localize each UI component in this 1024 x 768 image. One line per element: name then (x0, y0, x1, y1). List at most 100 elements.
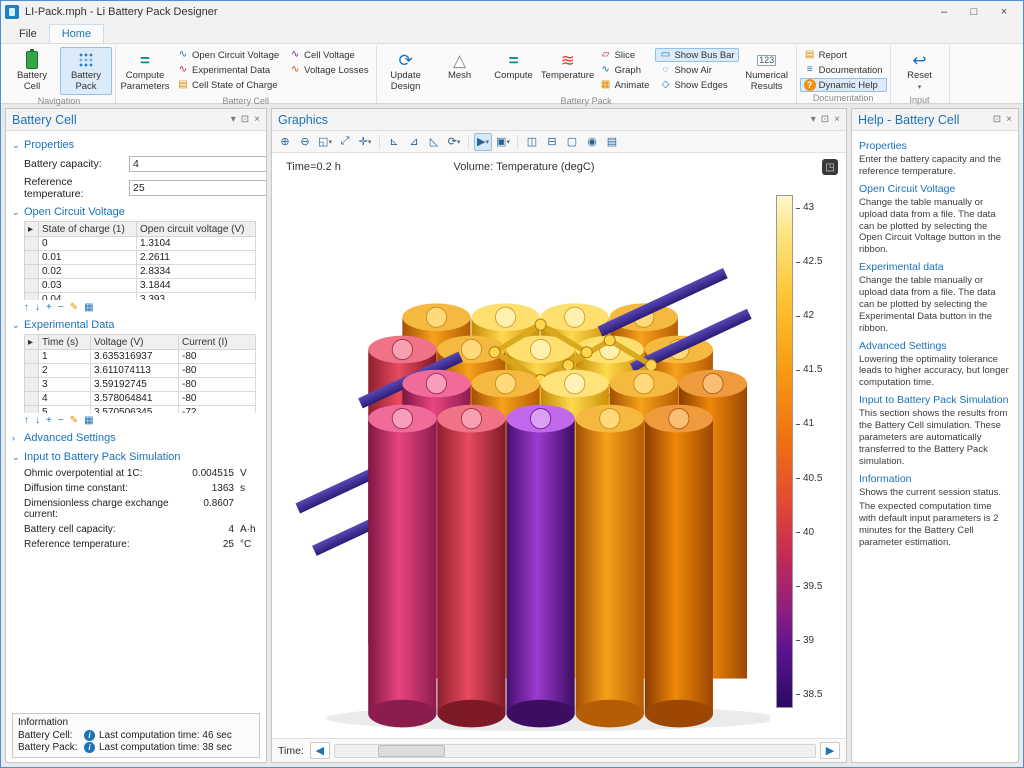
row-marker-icon: ▸ (25, 222, 39, 237)
compute-button[interactable]: = Compute (488, 47, 540, 85)
play-animation-icon[interactable]: ▶▾ (474, 133, 492, 151)
help-heading-advanced-settings[interactable]: Advanced Settings (859, 340, 1011, 352)
documentation-button[interactable]: ≡ Documentation (800, 63, 887, 77)
slice-button[interactable]: ▱ Slice (596, 48, 654, 62)
help-heading-experimental-data[interactable]: Experimental data (859, 261, 1011, 273)
battery-cell-button[interactable]: Battery Cell (6, 47, 58, 95)
report-button[interactable]: ▤ Report (800, 48, 887, 62)
zoom-out-icon[interactable]: ⊖ (296, 133, 314, 151)
temperature-button[interactable]: ≋ Temperature (542, 47, 594, 85)
rotate-view-icon[interactable]: ⟳▾ (445, 133, 463, 151)
show-air-button[interactable]: ◌ Show Air (655, 63, 738, 77)
move-down-icon[interactable]: ↓ (35, 302, 40, 313)
cell-state-of-charge-button[interactable]: ▤ Cell State of Charge (173, 78, 283, 92)
panel-close-icon[interactable]: × (254, 114, 260, 125)
edit-icon[interactable]: ✎ (70, 415, 78, 426)
voltage-losses-button[interactable]: ∿ Voltage Losses (285, 63, 372, 77)
compute-parameters-button[interactable]: = Compute Parameters (119, 47, 171, 95)
battery-cell-panel: Battery Cell ▾ ⊡ × ⌄ Properties Battery … (5, 108, 267, 763)
tab-file[interactable]: File (7, 25, 49, 43)
split-horizontal-icon[interactable]: ◫ (523, 133, 541, 151)
edit-icon[interactable]: ✎ (70, 302, 78, 313)
show-air-icon: ◌ (659, 64, 671, 76)
time-step-back-button[interactable]: ◀ (310, 742, 330, 759)
view-xy-icon[interactable]: ⊾ (385, 133, 403, 151)
scene-settings-icon[interactable]: ▣▾ (494, 133, 512, 151)
print-icon[interactable]: ▤ (603, 133, 621, 151)
split-vertical-icon[interactable]: ⊟ (543, 133, 561, 151)
tab-home[interactable]: Home (49, 24, 104, 43)
panel-menu-icon[interactable]: ▾ (811, 114, 816, 125)
panel-float-icon[interactable]: ⊡ (821, 114, 829, 125)
battery-pack-status-row: Battery Pack: i Last computation time: 3… (18, 742, 254, 753)
help-heading-open-circuit-voltage[interactable]: Open Circuit Voltage (859, 183, 1011, 195)
section-open-circuit-voltage[interactable]: ⌄ Open Circuit Voltage (12, 202, 260, 221)
single-view-icon[interactable]: ▢ (563, 133, 581, 151)
load-file-icon[interactable]: ▦ (84, 415, 93, 426)
panel-menu-icon[interactable]: ▾ (231, 114, 236, 125)
section-properties[interactable]: ⌄ Properties (12, 135, 260, 154)
reset-button[interactable]: ↩ Reset ▾ (894, 47, 946, 94)
reset-icon: ↩ (910, 50, 930, 70)
pan-icon[interactable]: ✛▾ (356, 133, 374, 151)
section-input-to-pack-simulation[interactable]: ⌄ Input to Battery Pack Simulation (12, 447, 260, 466)
zoom-extents-icon[interactable]: ⤢ (336, 133, 354, 151)
load-file-icon[interactable]: ▦ (84, 302, 93, 313)
reference-temperature-row: Reference temperature: 25 °C (24, 539, 260, 550)
time-slider-track[interactable] (334, 744, 816, 758)
view-zx-icon[interactable]: ◺ (425, 133, 443, 151)
show-bus-bar-button[interactable]: ▭ Show Bus Bar (655, 48, 738, 62)
zoom-in-icon[interactable]: ⊕ (276, 133, 294, 151)
help-heading-input-to-pack-simulation[interactable]: Input to Battery Pack Simulation (859, 394, 1011, 406)
update-design-button[interactable]: ⟳ Update Design (380, 47, 432, 95)
title-bar: LI-Pack.mph - Li Battery Pack Designer –… (1, 1, 1023, 23)
graph-button[interactable]: ∿ Graph (596, 63, 654, 77)
default-view-button[interactable] (822, 159, 838, 175)
temperature-icon: ≋ (558, 50, 578, 70)
numerical-results-button[interactable]: 123 Numerical Results (741, 47, 793, 95)
help-heading-information[interactable]: Information (859, 473, 1011, 485)
time-slider-bar: Time: ◀ ▶ (272, 738, 846, 762)
move-up-icon[interactable]: ↑ (24, 415, 29, 426)
zoom-box-icon[interactable]: ◱▾ (316, 133, 334, 151)
dynamic-help-button[interactable]: ? Dynamic Help (800, 78, 887, 92)
move-up-icon[interactable]: ↑ (24, 302, 29, 313)
add-row-icon[interactable]: + (46, 415, 52, 426)
ocv-table-toolbar: ↑ ↓ + − ✎ ▦ (24, 302, 260, 313)
graphics-canvas[interactable]: Volume: Temperature (degC) Time=0.2 h (272, 153, 846, 738)
help-heading-properties[interactable]: Properties (859, 140, 1011, 152)
show-edges-button[interactable]: ◇ Show Edges (655, 78, 738, 92)
view-yz-icon[interactable]: ⊿ (405, 133, 423, 151)
mesh-button[interactable]: △ Mesh (434, 47, 486, 85)
battery-capacity-input[interactable] (129, 156, 266, 172)
panel-float-icon[interactable]: ⊡ (241, 114, 249, 125)
maximize-button[interactable]: □ (959, 2, 989, 22)
time-slider-thumb[interactable] (378, 745, 445, 757)
add-row-icon[interactable]: + (46, 302, 52, 313)
close-button[interactable]: × (989, 2, 1019, 22)
animate-button[interactable]: ▦ Animate (596, 78, 654, 92)
section-advanced-settings[interactable]: › Advanced Settings (12, 428, 260, 447)
time-step-forward-button[interactable]: ▶ (820, 742, 840, 759)
battery-pack-3d-view[interactable] (278, 179, 770, 732)
panel-close-icon[interactable]: × (834, 114, 840, 125)
cell-voltage-button[interactable]: ∿ Cell Voltage (285, 48, 372, 62)
snapshot-icon[interactable]: ◉ (583, 133, 601, 151)
panel-float-icon[interactable]: ⊡ (993, 114, 1001, 125)
reference-temperature-input[interactable] (129, 180, 266, 196)
section-experimental-data[interactable]: ⌄ Experimental Data (12, 315, 260, 334)
open-circuit-voltage-button[interactable]: ∿ Open Circuit Voltage (173, 48, 283, 62)
info-icon: i (84, 742, 95, 753)
delete-row-icon[interactable]: − (58, 415, 64, 426)
battery-capacity-label: Battery capacity: (24, 158, 129, 170)
move-down-icon[interactable]: ↓ (35, 415, 40, 426)
table-row: 33.59192745-80 (25, 378, 256, 392)
colorbar-tick: 39.5 (796, 582, 834, 592)
slice-icon: ▱ (600, 49, 612, 61)
minimize-button[interactable]: – (929, 2, 959, 22)
report-icon: ▤ (804, 49, 816, 61)
panel-close-icon[interactable]: × (1006, 114, 1012, 125)
delete-row-icon[interactable]: − (58, 302, 64, 313)
experimental-data-button[interactable]: ∿ Experimental Data (173, 63, 283, 77)
battery-pack-button[interactable]: Battery Pack (60, 47, 112, 95)
